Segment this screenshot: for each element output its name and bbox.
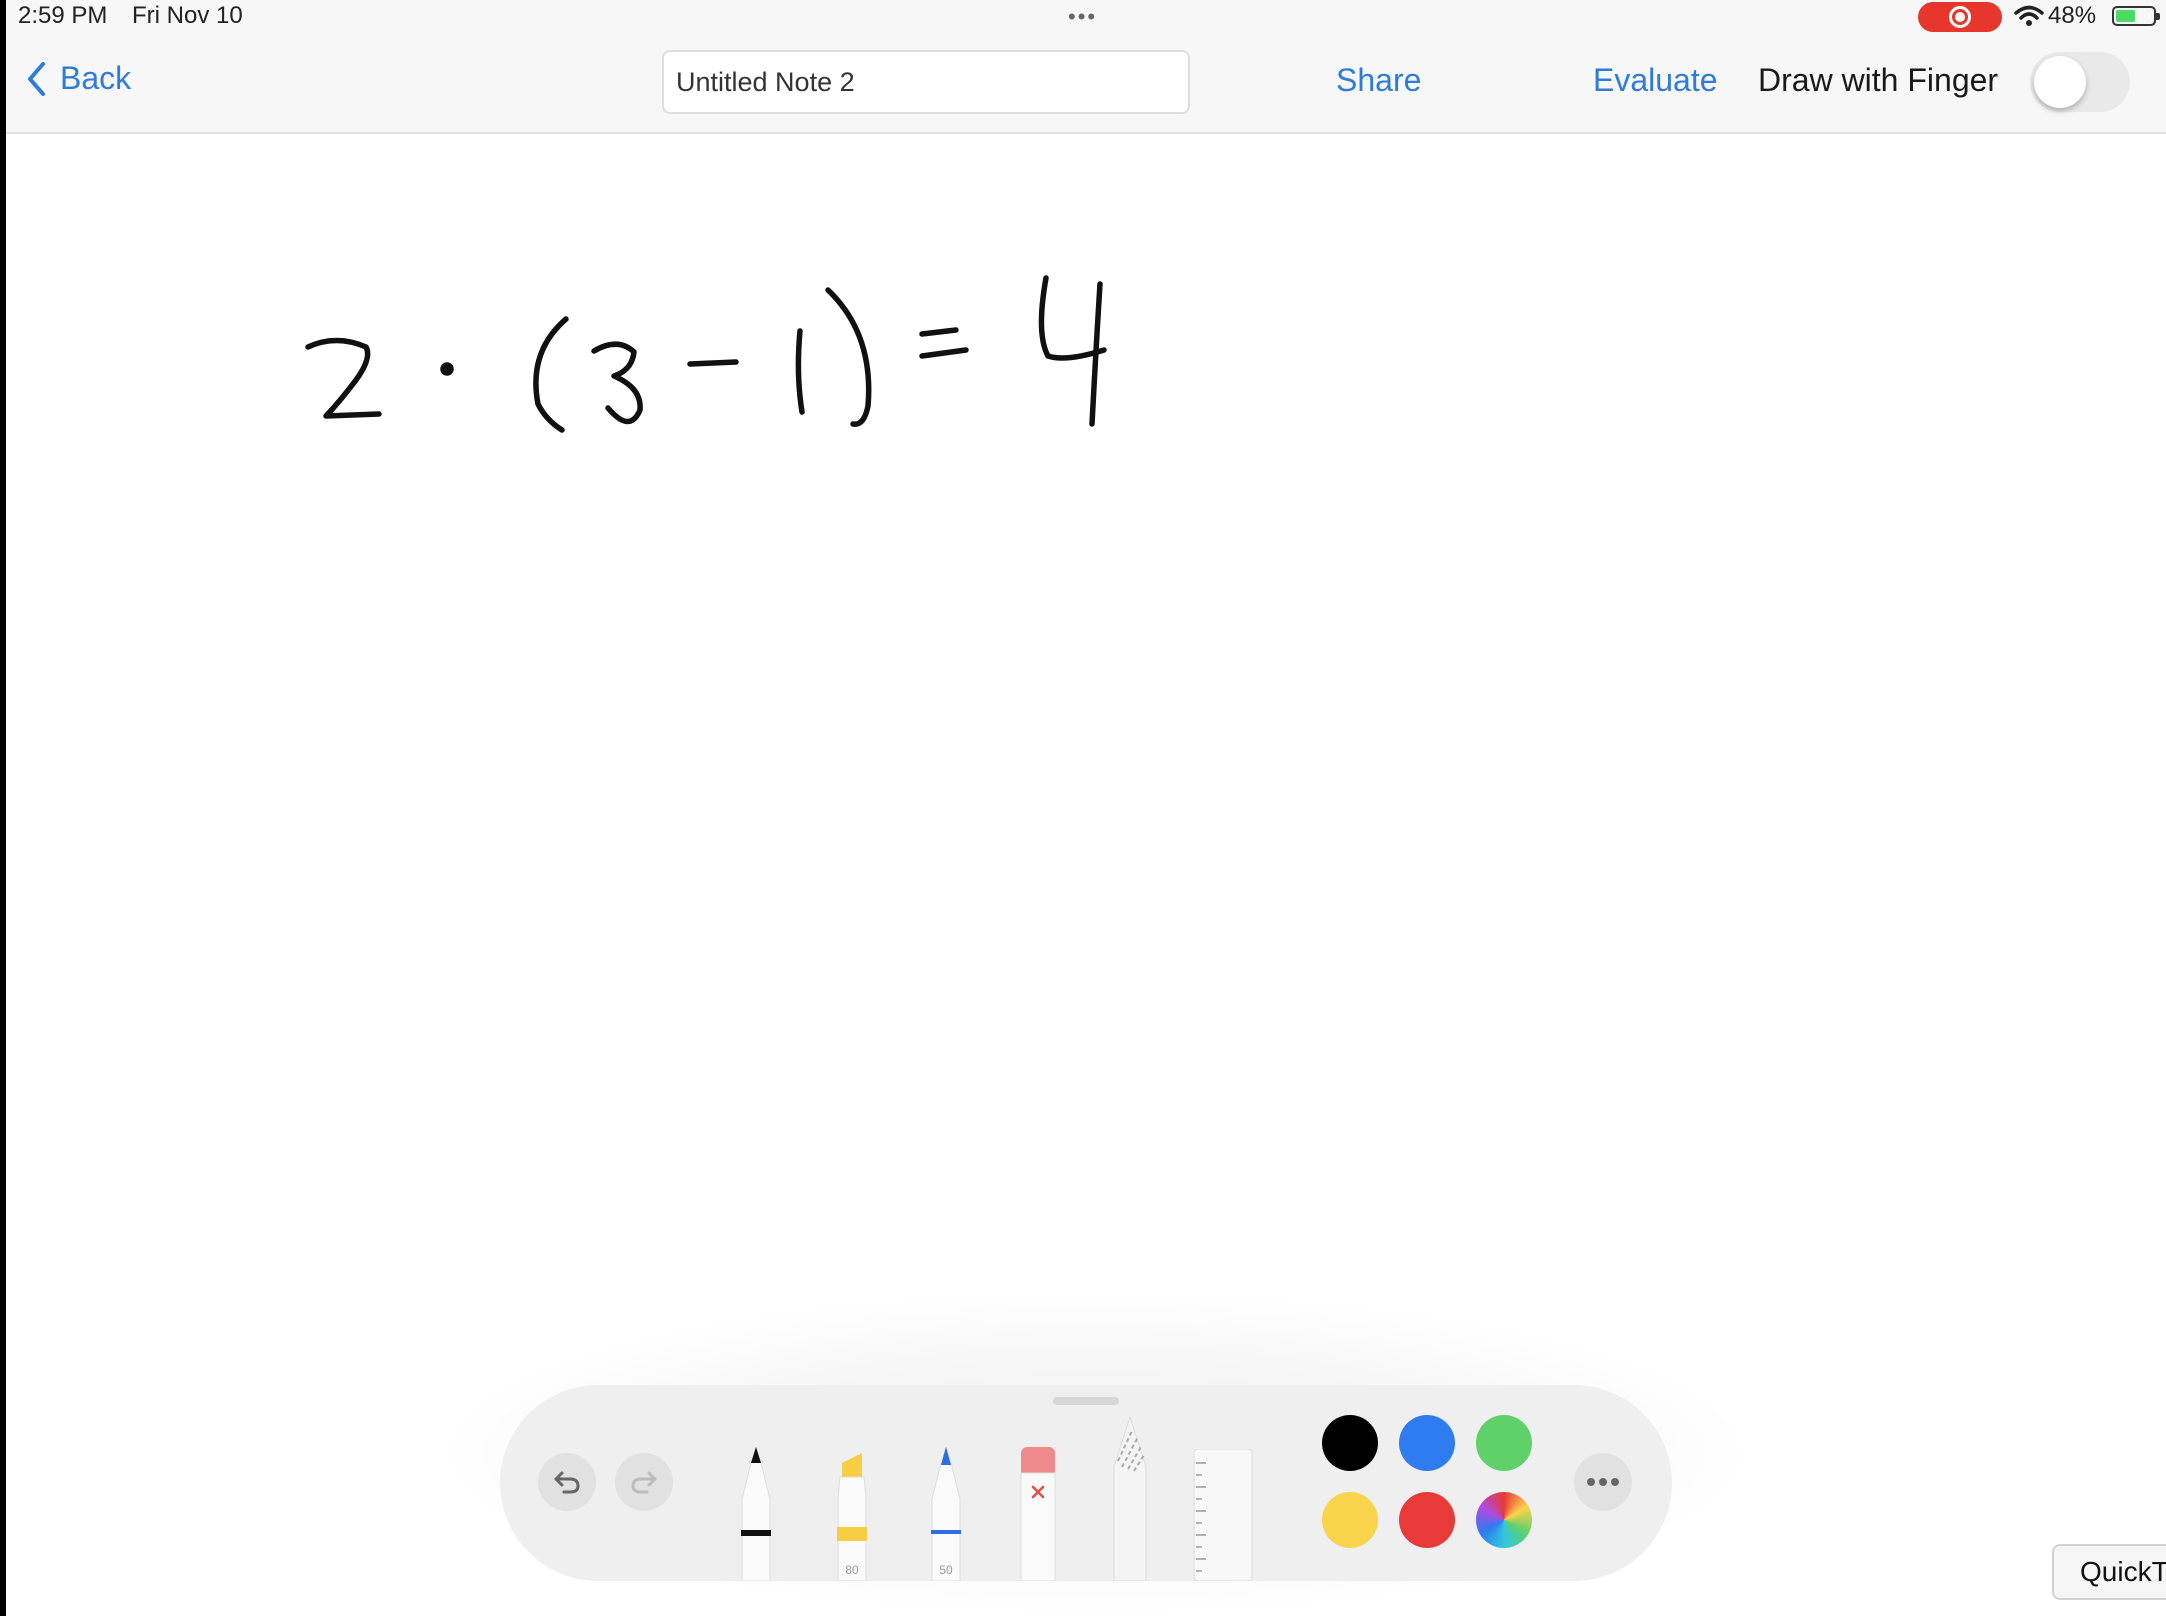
toggle-knob: [2034, 56, 2086, 108]
color-swatch-black[interactable]: [1322, 1415, 1378, 1471]
multitask-dots-icon[interactable]: •••: [1068, 4, 1097, 30]
ink-stroke-close-paren: [825, 287, 872, 427]
marker-opacity-label: 80: [845, 1563, 859, 1577]
ink-stroke-open-paren: [533, 316, 569, 433]
color-swatch-green[interactable]: [1476, 1415, 1532, 1471]
navigation-bar: Back Share Evaluate Draw with Finger: [6, 32, 2166, 134]
ink-stroke-digit-3: [591, 341, 643, 425]
pencil-opacity-label: 50: [939, 1563, 953, 1577]
tool-palette: 80 50: [500, 1385, 1672, 1581]
quicktime-window-tab[interactable]: QuickT: [2052, 1544, 2166, 1600]
chevron-left-icon: [28, 61, 45, 96]
draw-with-finger-label: Draw with Finger: [1758, 62, 1999, 98]
ink-stroke-digit-1: [795, 328, 805, 415]
redo-icon: [631, 1471, 657, 1494]
share-button[interactable]: Share: [1336, 62, 1421, 99]
marker-tool-icon[interactable]: 80: [832, 1447, 872, 1581]
color-swatch-yellow[interactable]: [1322, 1492, 1378, 1548]
back-label: Back: [60, 60, 132, 96]
back-button[interactable]: Back: [26, 60, 131, 97]
ruler-tool-icon[interactable]: [1192, 1449, 1254, 1581]
battery-percentage: 48%: [2048, 2, 2097, 29]
color-swatch-blue[interactable]: [1399, 1415, 1455, 1471]
evaluate-button[interactable]: Evaluate: [1593, 62, 1718, 99]
status-date: Fri Nov 10: [132, 2, 243, 29]
pencil-tool-icon[interactable]: 50: [926, 1447, 966, 1581]
ink-stroke-equals-top: [919, 327, 959, 337]
draw-with-finger-toggle[interactable]: [2030, 52, 2130, 112]
wifi-icon: [2014, 5, 2044, 26]
note-title-input[interactable]: [662, 50, 1190, 114]
color-picker-multicolor-icon[interactable]: [1476, 1492, 1532, 1548]
status-time: 2:59 PM: [18, 2, 108, 29]
battery-charging-icon: [2112, 6, 2160, 26]
screen-record-icon[interactable]: [1918, 2, 2002, 32]
undo-icon: [554, 1471, 580, 1494]
undo-button[interactable]: [538, 1453, 596, 1511]
status-bar: 2:59 PM Fri Nov 10 ••• 48%: [6, 0, 2166, 32]
pen-tool-icon[interactable]: [736, 1447, 776, 1581]
redo-button[interactable]: [615, 1453, 673, 1511]
ink-stroke-equals-bottom: [919, 347, 969, 359]
lasso-tool-icon[interactable]: [1110, 1417, 1150, 1581]
ink-stroke-dot: [440, 362, 454, 376]
palette-grabber[interactable]: [1053, 1397, 1119, 1405]
ink-stroke-minus: [687, 359, 739, 367]
more-options-icon[interactable]: [1574, 1453, 1632, 1511]
eraser-tool-icon[interactable]: [1018, 1447, 1058, 1581]
ink-stroke-digit-2: [305, 337, 382, 419]
color-swatch-red[interactable]: [1399, 1492, 1455, 1548]
